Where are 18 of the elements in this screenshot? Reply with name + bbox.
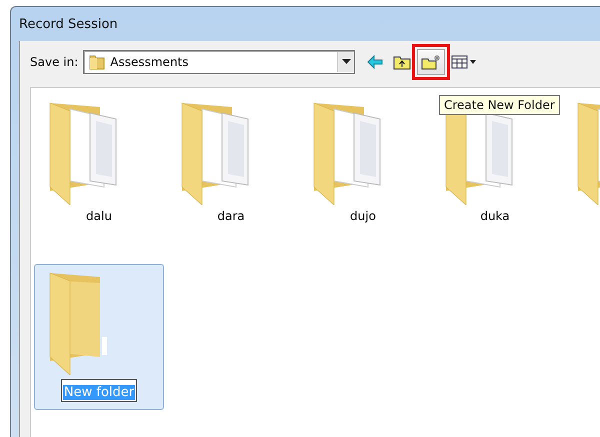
tooltip: Create New Folder [439,95,560,115]
folder-with-documents-icon [181,101,249,205]
rename-field[interactable]: New folder [60,379,138,402]
folder-name: dara [217,209,245,223]
new-folder-icon [421,54,442,70]
folder-name: duka [480,209,510,223]
folder-up-icon [393,54,412,70]
folder-with-documents-icon [49,101,117,205]
selected-folder-tile[interactable]: New folder [34,264,164,410]
folder-icon [88,53,106,71]
window-title: Record Session [19,16,118,32]
folder-name: dalu [86,209,112,223]
save-in-label: Save in: [30,55,78,69]
folder-name: dujo [350,209,376,223]
folder-with-documents-icon [313,101,381,205]
back-arrow-icon [367,55,384,69]
location-dropdown[interactable]: Assessments [83,50,356,74]
view-grid-icon [451,55,478,69]
